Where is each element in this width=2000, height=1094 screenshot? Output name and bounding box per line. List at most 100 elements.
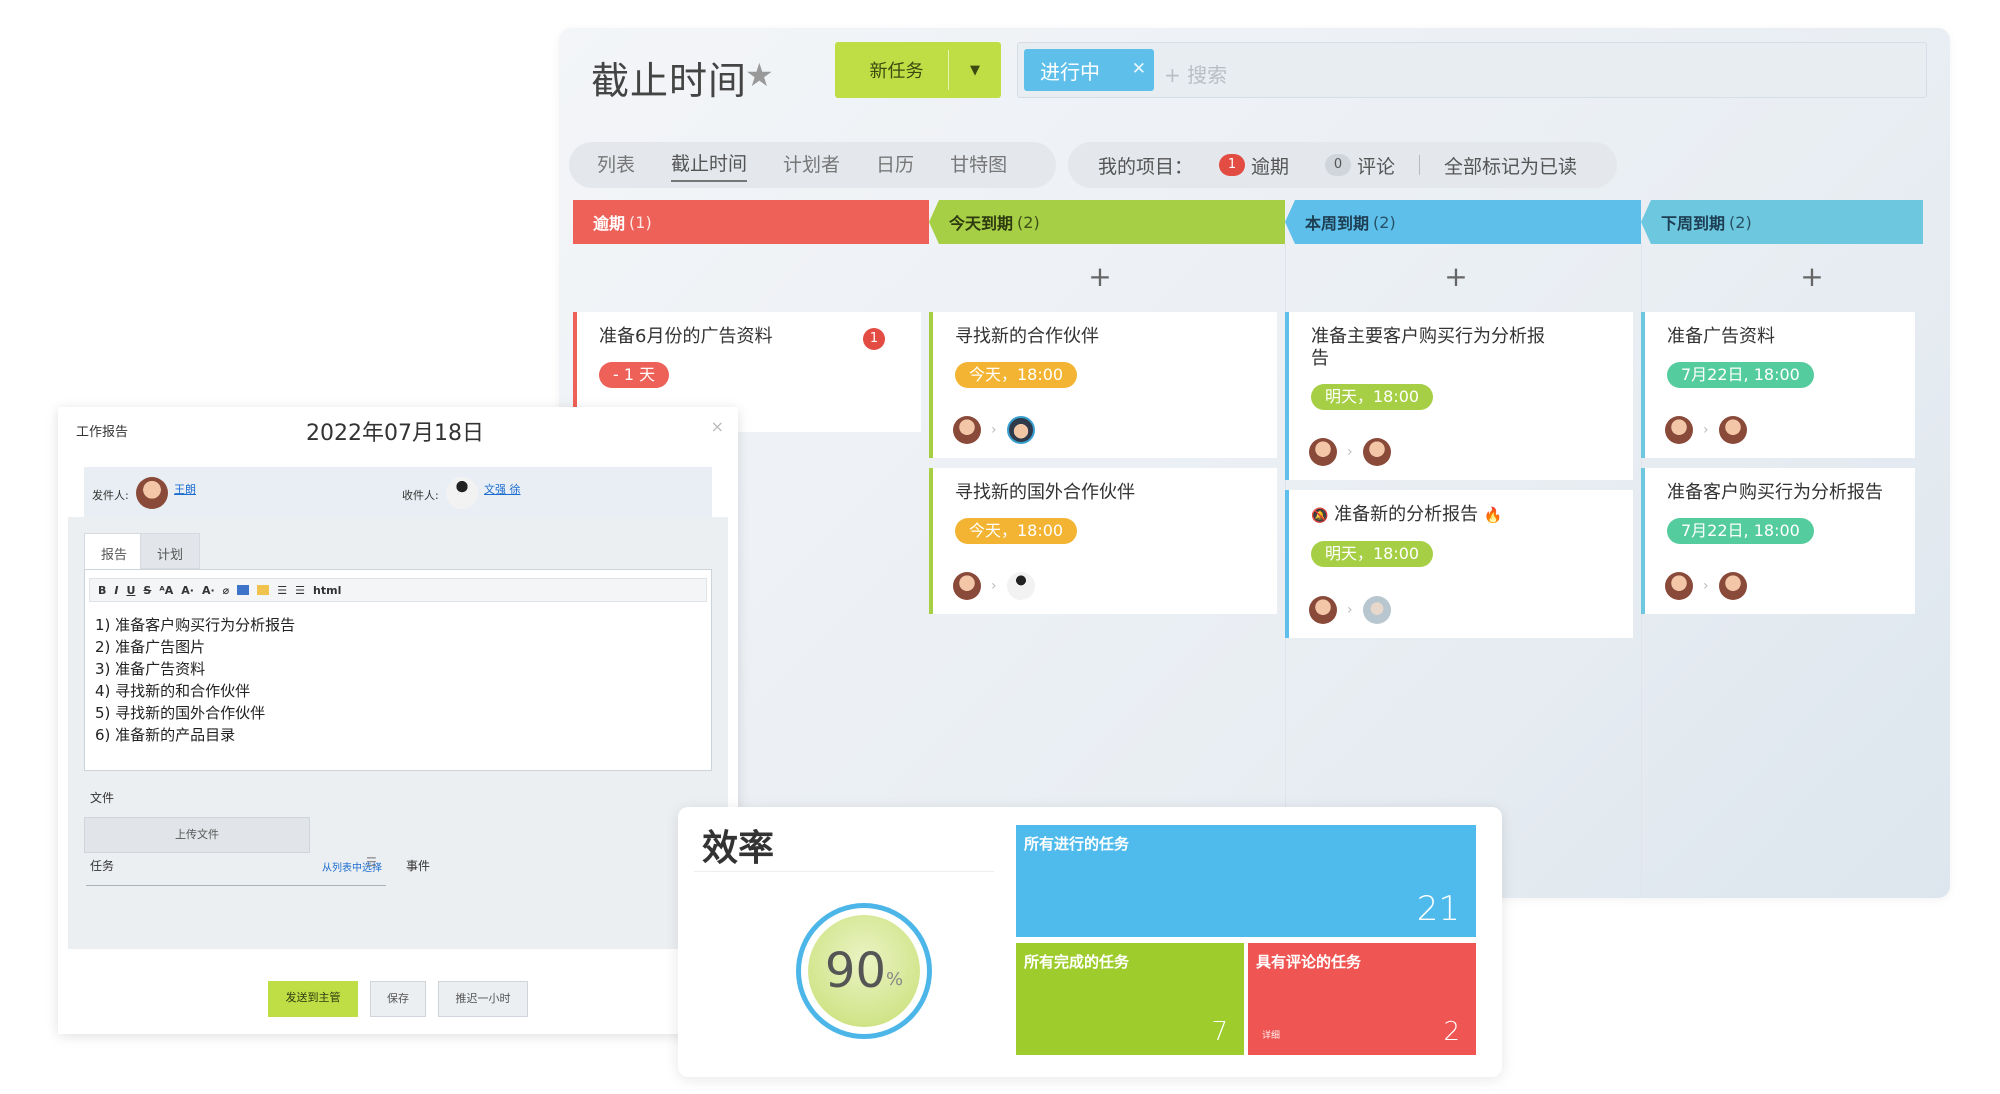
mark-all-read-link[interactable]: 全部标记为已读 — [1444, 152, 1577, 179]
gauge-value: 90 — [824, 943, 886, 999]
avatar[interactable] — [1718, 572, 1747, 600]
add-task-plus-icon[interactable]: + — [1085, 260, 1115, 293]
column-header-this-week: 本周到期 (2) — [1285, 200, 1641, 244]
report-items: 1) 准备客户购买行为分析报告 2) 准备广告图片 3) 准备广告资料 4) 寻… — [95, 614, 295, 746]
work-report-dialog: 工作报告 2022年07月18日 × 发件人: 王朗 收件人: 文强 徐 报告 … — [58, 407, 738, 1034]
table-icon[interactable] — [257, 585, 270, 595]
avatar[interactable] — [1665, 572, 1693, 600]
avatar[interactable] — [1362, 438, 1391, 466]
assignees: › — [1309, 596, 1391, 624]
assignees: › — [953, 416, 1035, 444]
task-title: 寻找新的国外合作伙伴 — [955, 482, 1135, 503]
sender-label: 发件人: — [92, 489, 129, 502]
save-button[interactable]: 保存 — [370, 981, 426, 1017]
overdue-link[interactable]: 逾期 — [1251, 152, 1289, 179]
column-count: (2) — [1373, 212, 1396, 232]
dialog-title: 工作报告 — [76, 425, 129, 440]
due-pill: 明天，18:00 — [1311, 384, 1434, 410]
add-task-plus-icon[interactable]: + — [1797, 260, 1827, 293]
assignees: › — [953, 572, 1035, 600]
column-count: (2) — [1729, 212, 1752, 232]
task-card[interactable]: 准备主要客户购买行为分析报告 明天，18:00 › — [1285, 312, 1633, 480]
due-pill: 7月22日, 18:00 — [1667, 518, 1814, 544]
new-task-label: 新任务 — [869, 61, 924, 82]
efficiency-gauge: 90% — [796, 903, 932, 1039]
close-icon[interactable]: ✕ — [1132, 59, 1146, 79]
avatar[interactable] — [1309, 596, 1337, 624]
close-icon[interactable]: × — [711, 417, 724, 436]
link-icon[interactable]: ⌀ — [223, 584, 230, 597]
postpone-hour-button[interactable]: 推迟一小时 — [438, 981, 528, 1017]
task-card[interactable]: 准备客户购买行为分析报告 7月22日, 18:00 › — [1641, 468, 1915, 614]
highlight-icon[interactable]: A· — [202, 584, 215, 597]
task-card[interactable]: 寻找新的合作伙伴 今天，18:00 › — [929, 312, 1277, 458]
send-to-manager-button[interactable]: 发送到主管 — [268, 981, 358, 1017]
chevron-down-icon[interactable]: ▼ — [949, 63, 1001, 78]
percent-sign: % — [885, 968, 904, 990]
italic-icon[interactable]: I — [114, 584, 118, 597]
task-input-underline[interactable] — [86, 885, 386, 886]
kanban-window: 截止时间 ★ 新任务 ▼ 进行中 ✕ + 搜索 列表 截止时间 计划者 日历 甘… — [559, 28, 1950, 898]
strikethrough-icon[interactable]: S — [143, 584, 151, 597]
avatar[interactable] — [1718, 416, 1747, 444]
image-icon[interactable] — [237, 585, 250, 595]
new-task-button[interactable]: 新任务 ▼ — [835, 42, 1001, 98]
upload-file-button[interactable]: 上传文件 — [84, 817, 310, 853]
unordered-list-icon[interactable]: ☰ — [295, 584, 305, 597]
task-card[interactable]: 准备广告资料 7月22日, 18:00 › — [1641, 312, 1915, 458]
muted-bell-icon: 🔕 — [1311, 508, 1329, 524]
recipient-label: 收件人: — [402, 489, 439, 502]
assignees: › — [1665, 572, 1747, 600]
filter-chip[interactable]: 进行中 ✕ — [1024, 49, 1154, 91]
list-item: 5) 寻找新的国外合作伙伴 — [95, 704, 266, 722]
column-header-overdue: 逾期 (1) — [573, 200, 929, 244]
task-card[interactable]: 🔕 准备新的分析报告 🔥 明天，18:00 › — [1285, 490, 1633, 638]
avatar[interactable] — [1006, 416, 1035, 444]
avatar[interactable] — [953, 572, 981, 600]
tile-label: 所有进行的任务 — [1024, 835, 1130, 853]
avatar[interactable] — [1006, 572, 1035, 600]
tab-planner[interactable]: 计划者 — [783, 150, 840, 181]
html-source-button[interactable]: html — [313, 584, 341, 597]
notification-badge: 1 — [863, 328, 885, 350]
search-bar[interactable]: 进行中 ✕ + 搜索 — [1017, 42, 1927, 98]
due-pill: 今天，18:00 — [955, 362, 1078, 388]
filter-chip-label: 进行中 — [1040, 59, 1100, 84]
add-task-plus-icon[interactable]: + — [1441, 260, 1471, 293]
ordered-list-icon[interactable]: ☰ — [277, 584, 287, 597]
avatar[interactable] — [1362, 596, 1391, 624]
tab-calendar[interactable]: 日历 — [876, 150, 914, 181]
font-size-icon[interactable]: ᴬA — [159, 584, 173, 597]
task-title-row: 🔕 准备新的分析报告 🔥 — [1311, 504, 1633, 527]
details-link[interactable]: 详细 — [1262, 1028, 1280, 1041]
tab-list[interactable]: 列表 — [597, 150, 635, 181]
recipient-name-link[interactable]: 文强 徐 — [484, 481, 521, 497]
tile-commented[interactable]: 具有评论的任务 详细 2 — [1248, 943, 1476, 1055]
avatar[interactable] — [1665, 416, 1693, 444]
due-pill: 明天，18:00 — [1311, 541, 1434, 567]
tab-plan[interactable]: 计划 — [140, 533, 201, 569]
avatar[interactable] — [1309, 438, 1337, 466]
underline-icon[interactable]: U — [126, 584, 135, 597]
tile-completed[interactable]: 所有完成的任务 7 — [1016, 943, 1244, 1055]
task-title: 准备客户购买行为分析报告 — [1667, 482, 1883, 503]
editor-toolbar: B I U S ᴬA A· A· ⌀ ☰ ☰ html — [89, 578, 707, 602]
files-label: 文件 — [90, 791, 115, 805]
tab-report[interactable]: 报告 — [84, 533, 145, 569]
tab-gantt[interactable]: 甘特图 — [950, 150, 1007, 181]
tab-deadline[interactable]: 截止时间 — [671, 149, 748, 182]
column-count: (1) — [629, 212, 652, 232]
font-color-icon[interactable]: A· — [181, 584, 194, 597]
bold-icon[interactable]: B — [98, 584, 106, 597]
sender-name-link[interactable]: 王朗 — [174, 481, 196, 497]
report-body: 报告 计划 B I U S ᴬA A· A· ⌀ ☰ ☰ html 1) 准备客… — [68, 517, 728, 949]
avatar[interactable] — [953, 416, 981, 444]
comments-link[interactable]: 评论 — [1357, 152, 1395, 179]
task-card[interactable]: 寻找新的国外合作伙伴 今天，18:00 › — [929, 468, 1277, 614]
search-input[interactable]: + 搜索 — [1164, 59, 1227, 88]
menu-icon[interactable]: ☰ — [366, 855, 377, 869]
tile-in-progress[interactable]: 所有进行的任务 21 — [1016, 825, 1476, 937]
efficiency-title: 效率 — [702, 828, 775, 869]
rich-text-editor[interactable]: B I U S ᴬA A· A· ⌀ ☰ ☰ html 1) 准备客户购买行为分… — [84, 569, 712, 771]
favorite-star-icon[interactable]: ★ — [745, 56, 774, 94]
